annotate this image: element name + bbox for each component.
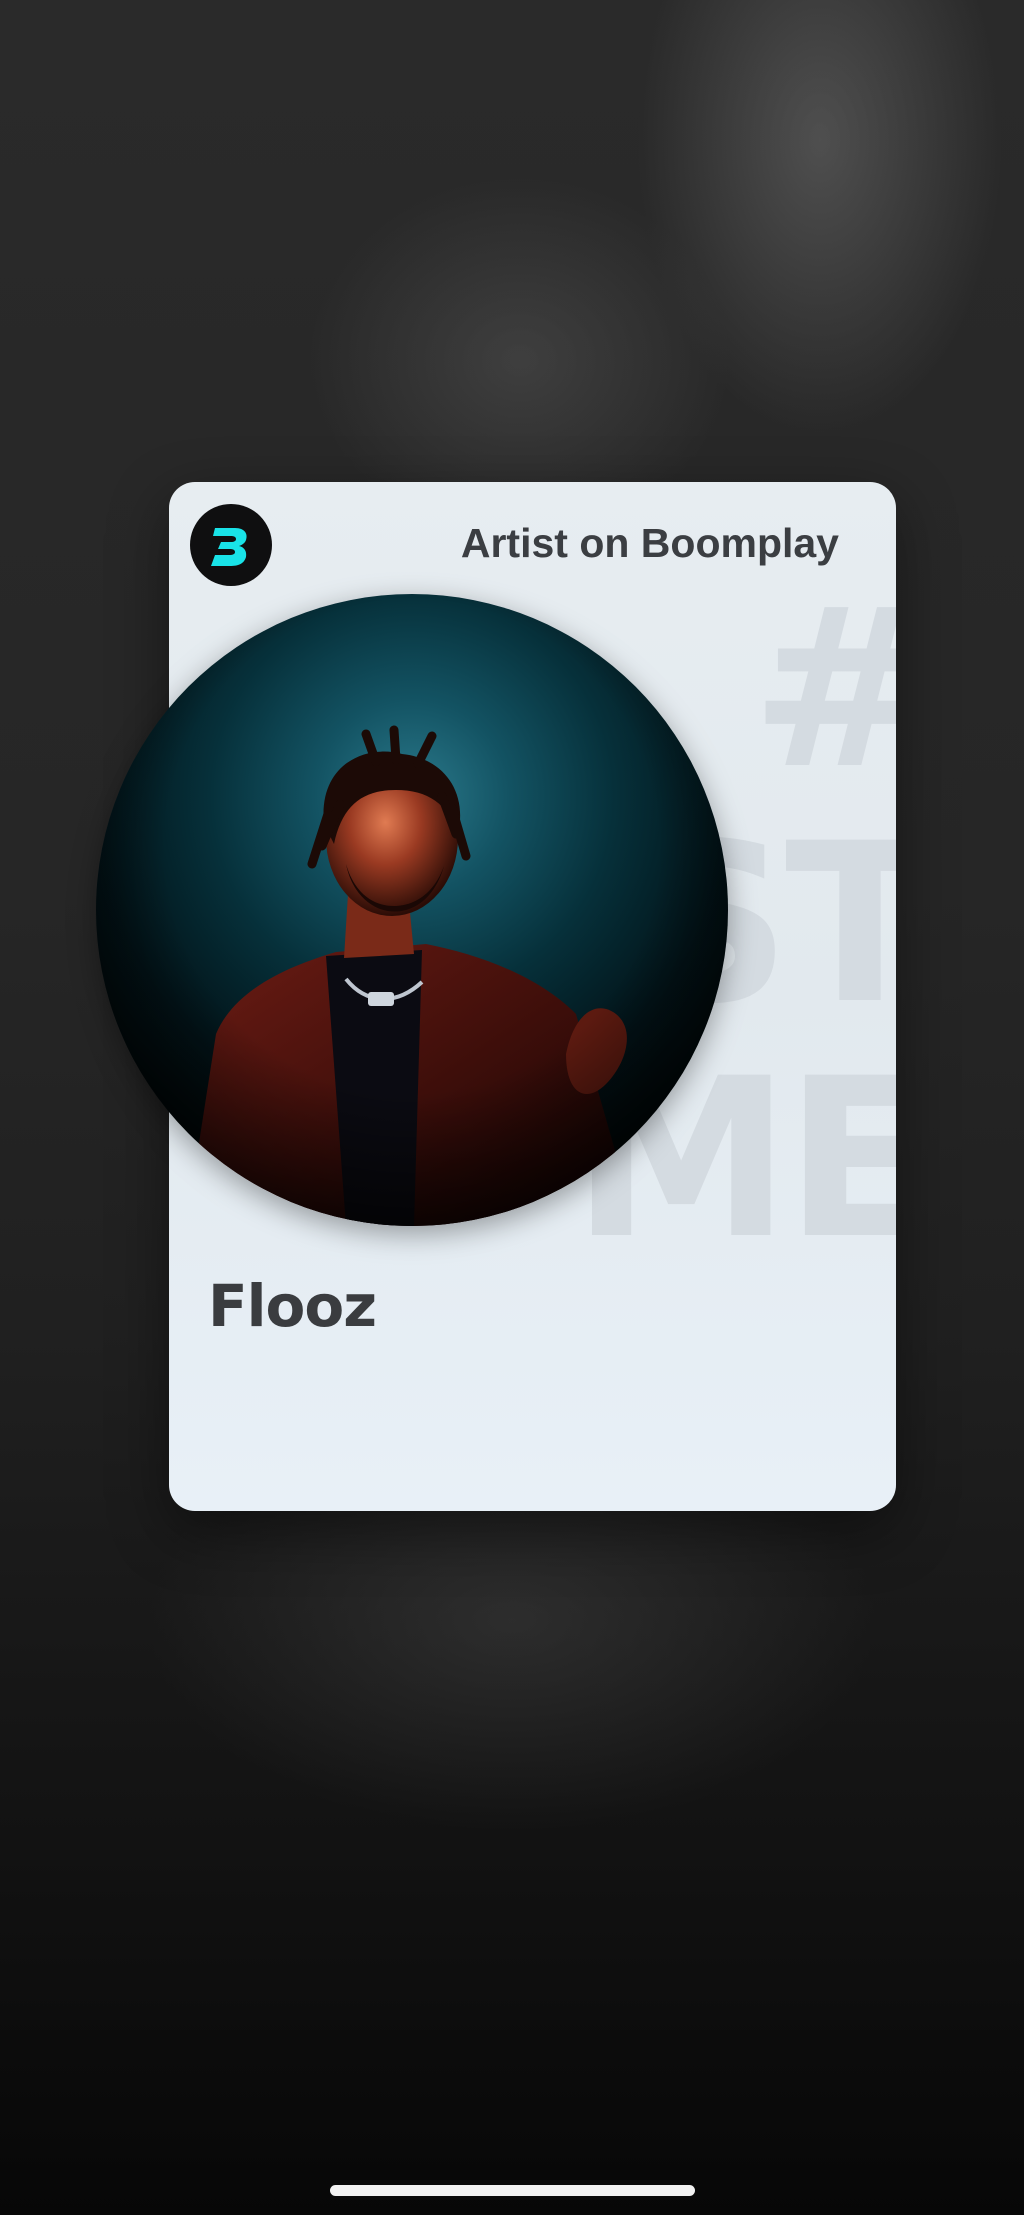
artist-name: Flooz bbox=[208, 1272, 377, 1340]
boomplay-logo-icon bbox=[190, 504, 272, 586]
home-indicator[interactable] bbox=[330, 2185, 695, 2196]
card-heading: Artist on Boomplay bbox=[460, 520, 839, 566]
artist-photo bbox=[96, 594, 728, 1226]
